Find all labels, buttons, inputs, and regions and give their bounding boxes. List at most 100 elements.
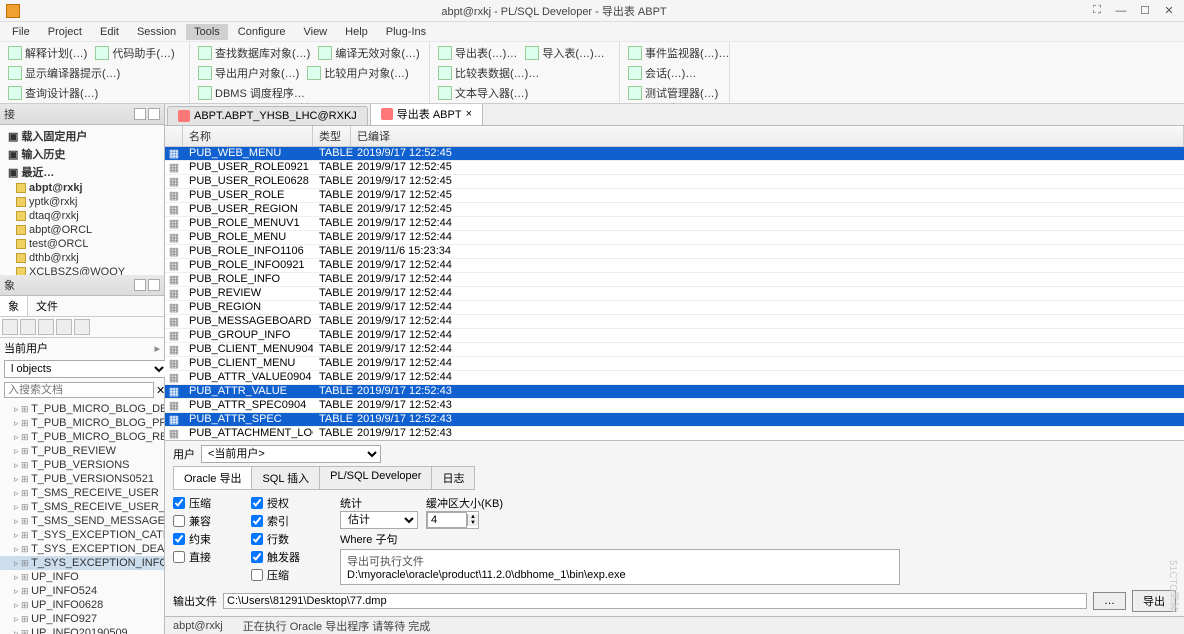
chk-compat[interactable]: 兼容: [173, 513, 211, 529]
toolbar-btn[interactable]: [38, 319, 54, 335]
ribbon-item[interactable]: 会话(…)…: [626, 64, 698, 82]
ribbon-item[interactable]: 测试管理器(…): [626, 84, 720, 102]
user-select[interactable]: <当前用户>: [201, 445, 381, 463]
stats-select[interactable]: 估计: [340, 511, 418, 529]
table-row[interactable]: ▦PUB_WEB_MENUTABLE2019/9/17 12:52:45: [165, 147, 1184, 161]
table-row[interactable]: ▦PUB_ROLE_MENUTABLE2019/9/17 12:52:44: [165, 231, 1184, 245]
chk-compress2[interactable]: 压缩: [251, 567, 300, 583]
tab-close-icon[interactable]: ×: [466, 108, 472, 120]
spin-down-icon[interactable]: ▼: [467, 520, 478, 526]
editor-tab[interactable]: ABPT.ABPT_YHSB_LHC@RXKJ: [167, 106, 368, 125]
subtab[interactable]: SQL 插入: [251, 466, 320, 490]
object-item[interactable]: T_PUB_MICRO_BLOG_PRAISE: [0, 416, 164, 430]
col-type[interactable]: 类型: [313, 126, 351, 146]
tab-files[interactable]: 文件: [28, 296, 66, 316]
ribbon-item[interactable]: 显示编译器提示(…): [6, 64, 122, 82]
editor-tab[interactable]: 导出表 ABPT×: [370, 104, 483, 125]
connection-item[interactable]: XCLBSZS@WQQY: [4, 265, 160, 275]
menu-session[interactable]: Session: [129, 24, 184, 40]
minimize-icon[interactable]: —: [1114, 4, 1128, 18]
ribbon-item[interactable]: 代码助手(…): [93, 44, 176, 62]
toolbar-btn[interactable]: [74, 319, 90, 335]
tree-recent[interactable]: ▣ 最近…: [4, 163, 160, 181]
toolbar-btn[interactable]: [20, 319, 36, 335]
table-row[interactable]: ▦PUB_USER_ROLE0628TABLE2019/9/17 12:52:4…: [165, 175, 1184, 189]
ribbon-item[interactable]: 事件监视器(…)…: [626, 44, 731, 62]
table-row[interactable]: ▦PUB_ROLE_INFO1106TABLE2019/11/6 15:23:3…: [165, 245, 1184, 259]
restore-icon[interactable]: ⛶: [1090, 4, 1104, 18]
panel-close-icon[interactable]: [148, 108, 160, 120]
menu-plug-ins[interactable]: Plug-Ins: [378, 24, 434, 40]
objects-scope[interactable]: 当前用户 ▸: [0, 338, 164, 358]
object-item[interactable]: UP_INFO524: [0, 584, 164, 598]
table-row[interactable]: ▦PUB_USER_ROLE0921TABLE2019/9/17 12:52:4…: [165, 161, 1184, 175]
table-row[interactable]: ▦PUB_GROUP_INFOTABLE2019/9/17 12:52:44: [165, 329, 1184, 343]
menu-help[interactable]: Help: [337, 24, 376, 40]
tree-fixed-users[interactable]: ▣ 载入固定用户: [4, 127, 160, 145]
object-item[interactable]: T_SMS_SEND_MESSAGE: [0, 514, 164, 528]
menu-configure[interactable]: Configure: [230, 24, 294, 40]
chk-trigger[interactable]: 触发器: [251, 549, 300, 565]
tree-history[interactable]: ▣ 输入历史: [4, 145, 160, 163]
chk-direct[interactable]: 直接: [173, 549, 211, 565]
object-item[interactable]: T_PUB_MICRO_BLOG_DETAIL: [0, 402, 164, 416]
objects-search-input[interactable]: [4, 382, 154, 398]
connection-item[interactable]: dtaq@rxkj: [4, 209, 160, 223]
table-row[interactable]: ▦PUB_ATTR_SPEC0904TABLE2019/9/17 12:52:4…: [165, 399, 1184, 413]
col-name[interactable]: 名称: [183, 126, 313, 146]
table-row[interactable]: ▦PUB_USER_ROLETABLE2019/9/17 12:52:45: [165, 189, 1184, 203]
object-item[interactable]: T_PUB_VERSIONS: [0, 458, 164, 472]
chk-grant[interactable]: 授权: [251, 495, 300, 511]
connection-item[interactable]: yptk@rxkj: [4, 195, 160, 209]
connection-item[interactable]: abpt@rxkj: [4, 181, 160, 195]
table-row[interactable]: ▦PUB_ATTACHMENT_LOGTABLE2019/9/17 12:52:…: [165, 427, 1184, 441]
table-row[interactable]: ▦PUB_CLIENT_MENU904TABLE2019/9/17 12:52:…: [165, 343, 1184, 357]
menu-edit[interactable]: Edit: [92, 24, 127, 40]
object-item[interactable]: T_SMS_RECEIVE_USER_LOG: [0, 500, 164, 514]
object-item[interactable]: T_PUB_REVIEW: [0, 444, 164, 458]
connection-item[interactable]: dthb@rxkj: [4, 251, 160, 265]
tab-objects[interactable]: 象: [0, 296, 28, 316]
object-item[interactable]: T_SMS_RECEIVE_USER: [0, 486, 164, 500]
ribbon-item[interactable]: 导入表(…)…: [523, 44, 606, 62]
table-row[interactable]: ▦PUB_ATTR_SPECTABLE2019/9/17 12:52:43: [165, 413, 1184, 427]
ribbon-item[interactable]: 导出用户对象(…): [196, 64, 301, 82]
table-row[interactable]: ▦PUB_ROLE_INFOTABLE2019/9/17 12:52:44: [165, 273, 1184, 287]
ribbon-item[interactable]: 查询设计器(…): [6, 84, 100, 102]
object-item[interactable]: T_PUB_VERSIONS0521: [0, 472, 164, 486]
object-item[interactable]: UP_INFO: [0, 570, 164, 584]
panel-close-icon[interactable]: [148, 279, 160, 291]
table-row[interactable]: ▦PUB_CLIENT_MENUTABLE2019/9/17 12:52:44: [165, 357, 1184, 371]
ribbon-item[interactable]: 比较用户对象(…): [305, 64, 410, 82]
ribbon-item[interactable]: 解释计划(…): [6, 44, 89, 62]
search-clear-icon[interactable]: ✕: [156, 384, 165, 397]
chk-constraint[interactable]: 约束: [173, 531, 211, 547]
menu-project[interactable]: Project: [40, 24, 90, 40]
ribbon-item[interactable]: 比较表数据(…)…: [436, 64, 541, 82]
object-item[interactable]: UP_INFO20190509: [0, 626, 164, 634]
ribbon-item[interactable]: 导出表(…)…: [436, 44, 519, 62]
object-item[interactable]: UP_INFO0628: [0, 598, 164, 612]
table-row[interactable]: ▦PUB_REVIEWTABLE2019/9/17 12:52:44: [165, 287, 1184, 301]
close-icon[interactable]: ✕: [1162, 4, 1176, 18]
ribbon-item[interactable]: 编译无效对象(…): [316, 44, 421, 62]
buffer-size-input[interactable]: ▲▼: [426, 511, 479, 529]
table-row[interactable]: ▦PUB_ATTR_VALUE0904TABLE2019/9/17 12:52:…: [165, 371, 1184, 385]
object-item[interactable]: T_SYS_EXCEPTION_CATEGORY: [0, 528, 164, 542]
subtab[interactable]: 日志: [431, 466, 475, 490]
object-item[interactable]: T_SYS_EXCEPTION_INFO: [0, 556, 164, 570]
ribbon-item[interactable]: DBMS 调度程序…: [196, 84, 307, 102]
maximize-icon[interactable]: ☐: [1138, 4, 1152, 18]
menu-tools[interactable]: Tools: [186, 24, 228, 40]
connection-item[interactable]: abpt@ORCL: [4, 223, 160, 237]
table-row[interactable]: ▦PUB_ATTR_VALUETABLE2019/9/17 12:52:43: [165, 385, 1184, 399]
panel-pin-icon[interactable]: [134, 279, 146, 291]
col-compiled[interactable]: 已编译: [351, 126, 1184, 146]
subtab[interactable]: Oracle 导出: [173, 466, 252, 490]
chk-index[interactable]: 索引: [251, 513, 300, 529]
table-row[interactable]: ▦PUB_REGIONTABLE2019/9/17 12:52:44: [165, 301, 1184, 315]
object-item[interactable]: T_PUB_MICRO_BLOG_READER: [0, 430, 164, 444]
ribbon-item[interactable]: 查找数据库对象(…): [196, 44, 312, 62]
toolbar-btn[interactable]: [2, 319, 18, 335]
chk-compress[interactable]: 压缩: [173, 495, 211, 511]
